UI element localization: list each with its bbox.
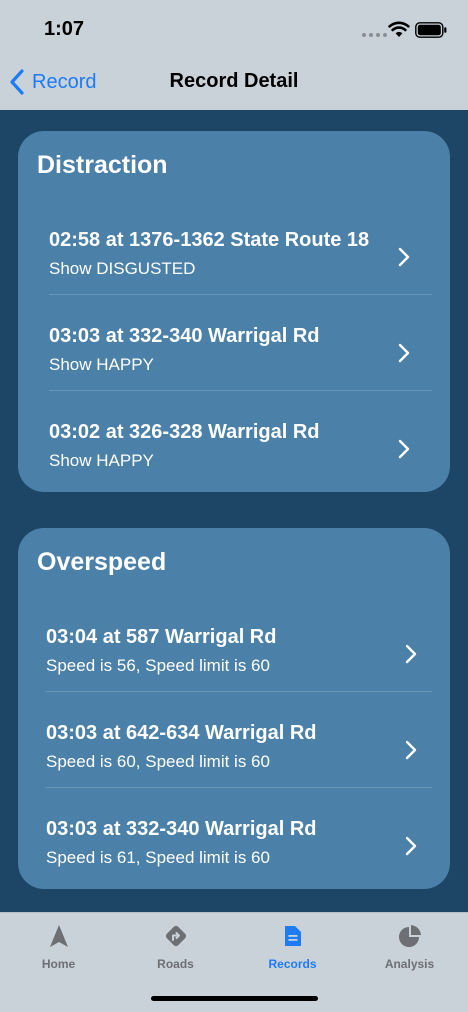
- list-item-subtitle: Show DISGUSTED: [49, 259, 196, 278]
- tab-roads[interactable]: Roads: [117, 913, 234, 983]
- page-title: Record Detail: [169, 70, 299, 92]
- chevron-right-icon: [405, 740, 417, 760]
- tab-home[interactable]: Home: [0, 913, 117, 983]
- row-divider: [49, 390, 432, 391]
- road-sign-icon: [165, 925, 186, 947]
- list-item-subtitle: Show HAPPY: [49, 451, 154, 470]
- row-divider: [46, 691, 432, 692]
- list-item-subtitle: Show HAPPY: [49, 355, 154, 374]
- list-item-title: 03:02 at 326-328 Warrigal Rd: [49, 421, 320, 443]
- list-item[interactable]: 03:03 at 332-340 Warrigal Rd Speed is 61…: [18, 804, 450, 900]
- list-item[interactable]: 03:02 at 326-328 Warrigal Rd Show HAPPY: [18, 407, 450, 503]
- list-item-title: 03:03 at 642-634 Warrigal Rd: [46, 722, 317, 744]
- chevron-right-icon: [405, 836, 417, 856]
- section-title-overspeed: Overspeed: [37, 548, 167, 576]
- list-item-subtitle: Speed is 60, Speed limit is 60: [46, 752, 270, 771]
- chevron-right-icon: [398, 343, 410, 363]
- document-icon: [284, 926, 301, 946]
- distraction-section: Distraction 02:58 at 1376-1362 State Rou…: [18, 131, 450, 492]
- row-divider: [46, 787, 432, 788]
- chevron-right-icon: [405, 644, 417, 664]
- list-item-subtitle: Speed is 56, Speed limit is 60: [46, 656, 270, 675]
- tab-label: Roads: [157, 957, 194, 971]
- list-item[interactable]: 03:03 at 642-634 Warrigal Rd Speed is 60…: [18, 708, 450, 804]
- chevron-right-icon: [398, 247, 410, 267]
- tab-analysis[interactable]: Analysis: [351, 913, 468, 983]
- chevron-right-icon: [398, 439, 410, 459]
- list-item-subtitle: Speed is 61, Speed limit is 60: [46, 848, 270, 867]
- tab-label: Analysis: [384, 957, 435, 971]
- list-item[interactable]: 03:03 at 332-340 Warrigal Rd Show HAPPY: [18, 311, 450, 407]
- top-bar: 1:07 Record Record Detail: [0, 0, 468, 110]
- overspeed-section: Overspeed 03:04 at 587 Warrigal Rd Speed…: [18, 528, 450, 889]
- list-item[interactable]: 02:58 at 1376-1362 State Route 18 Show D…: [18, 215, 450, 311]
- section-title-distraction: Distraction: [37, 151, 168, 179]
- home-indicator: [151, 996, 318, 1001]
- screen: 1:07 Record Record Detail Distraction 02…: [0, 0, 468, 1012]
- location-arrow-icon: [49, 925, 68, 947]
- status-time: 1:07: [44, 18, 85, 40]
- tab-label: Home: [41, 957, 76, 971]
- list-item-title: 03:04 at 587 Warrigal Rd: [46, 626, 277, 648]
- list-item-title: 03:03 at 332-340 Warrigal Rd: [46, 818, 317, 840]
- list-item-title: 02:58 at 1376-1362 State Route 18: [49, 229, 370, 251]
- list-item[interactable]: 03:04 at 587 Warrigal Rd Speed is 56, Sp…: [18, 612, 450, 708]
- battery-icon: [415, 22, 447, 38]
- tab-label: Records: [268, 957, 317, 971]
- pie-chart-icon: [398, 925, 421, 947]
- wifi-icon: [388, 21, 410, 37]
- tab-records[interactable]: Records: [234, 913, 351, 983]
- list-item-title: 03:03 at 332-340 Warrigal Rd: [49, 325, 320, 347]
- row-divider: [49, 294, 432, 295]
- cellular-signal-icon: [362, 33, 387, 37]
